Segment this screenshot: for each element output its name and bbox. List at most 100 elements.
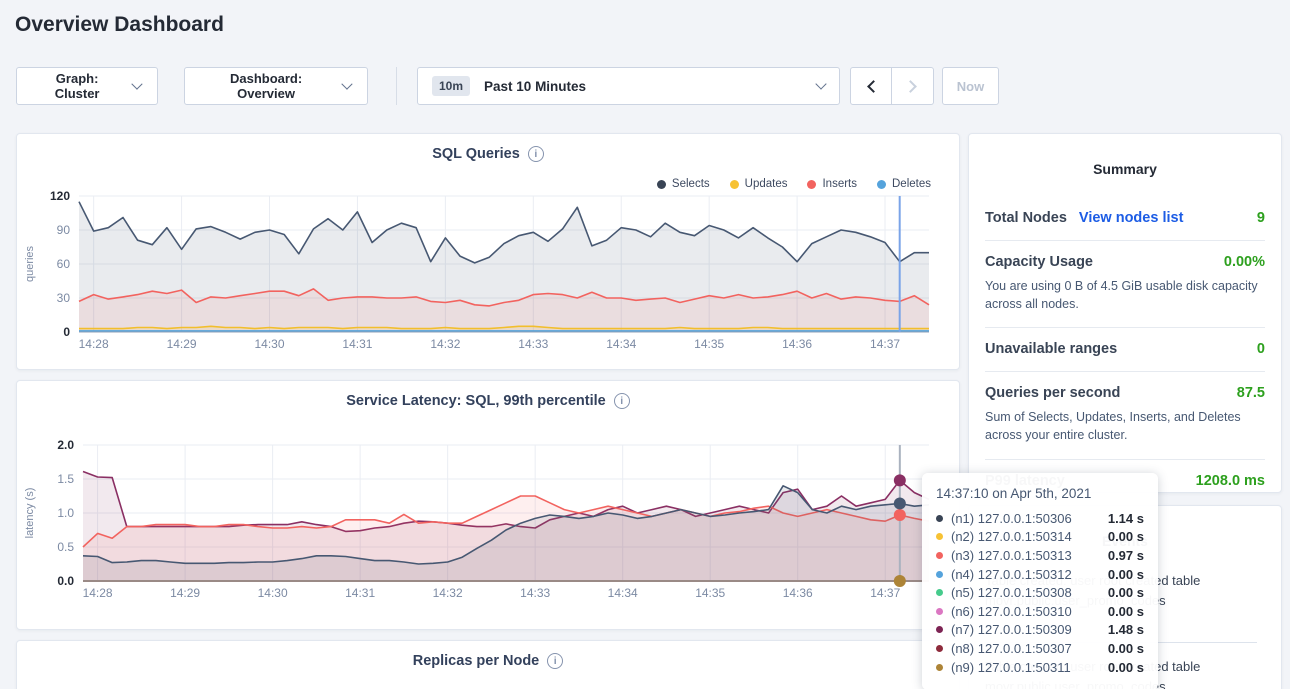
node-color-dot-icon (936, 664, 943, 671)
svg-text:0: 0 (63, 325, 70, 339)
svg-text:14:30: 14:30 (255, 337, 285, 351)
svg-text:14:34: 14:34 (606, 337, 636, 351)
node-color-dot-icon (936, 515, 943, 522)
tooltip-rows: (n1) 127.0.0.1:503061.14 s(n2) 127.0.0.1… (936, 509, 1144, 676)
summary-label: Capacity Usage (985, 254, 1093, 270)
svg-text:14:29: 14:29 (167, 337, 197, 351)
summary-label: Unavailable ranges (985, 341, 1117, 357)
summary-row: Total Nodes View nodes list 9 (985, 197, 1265, 240)
tooltip-row: (n1) 127.0.0.1:503061.14 s (936, 509, 1144, 528)
tooltip-row: (n4) 127.0.0.1:503120.00 s (936, 565, 1144, 584)
node-color-dot-icon (936, 571, 943, 578)
svg-text:14:31: 14:31 (345, 586, 375, 600)
tooltip-node-address: (n7) 127.0.0.1:50309 (951, 622, 1100, 637)
summary-title: Summary (969, 161, 1281, 177)
node-color-dot-icon (936, 608, 943, 615)
svg-text:14:37: 14:37 (870, 586, 900, 600)
summary-value: 1208.0 ms (1196, 473, 1265, 489)
service-latency-title-row: Service Latency: SQL, 99th percentile i (17, 393, 959, 409)
tooltip-row: (n5) 127.0.0.1:50308 0.00 s (936, 583, 1144, 602)
time-range-dropdown[interactable]: 10m Past 10 Minutes (417, 67, 840, 105)
summary-panel: Summary Total Nodes View nodes list 9 Capac… (968, 133, 1282, 493)
svg-text:14:32: 14:32 (433, 586, 463, 600)
tooltip-row: (n2) 127.0.0.1:503140.00 s (936, 528, 1144, 547)
dashboard-dropdown[interactable]: Dashboard: Overview (184, 67, 368, 105)
svg-text:0.5: 0.5 (57, 540, 74, 554)
svg-text:14:33: 14:33 (518, 337, 548, 351)
tooltip-node-address: (n9) 127.0.0.1:50311 (951, 660, 1100, 675)
info-icon[interactable]: i (528, 146, 544, 162)
node-color-dot-icon (936, 589, 943, 596)
controls-divider (396, 67, 397, 105)
tooltip-node-value: 0.00 s (1108, 585, 1144, 600)
tooltip-node-value: 1.48 s (1108, 622, 1144, 637)
tooltip-row: (n9) 127.0.0.1:50311 0.00 s (936, 658, 1144, 677)
tooltip-node-address: (n2) 127.0.0.1:50314 (951, 529, 1100, 544)
summary-row: Unavailable ranges 0 (985, 327, 1265, 371)
sql-queries-chart[interactable]: 030609012014:2814:2914:3014:3114:3214:33… (17, 182, 961, 364)
service-latency-title: Service Latency: SQL, 99th percentile (346, 393, 606, 409)
time-prev-button[interactable] (850, 67, 892, 105)
svg-text:14:36: 14:36 (782, 337, 812, 351)
service-latency-chart[interactable]: 0.00.51.01.52.014:2814:2914:3014:3114:32… (17, 429, 961, 615)
view-nodes-list-link[interactable]: View nodes list (1079, 210, 1184, 226)
dashboard-controls: Graph: Cluster Dashboard: Overview 10m P… (16, 67, 999, 105)
latency-hover-tooltip: 14:37:10 on Apr 5th, 2021 (n1) 127.0.0.1… (922, 473, 1158, 689)
svg-text:latency (s): latency (s) (24, 488, 36, 539)
chevron-left-icon (867, 80, 880, 93)
svg-text:60: 60 (57, 257, 71, 271)
now-button[interactable]: Now (942, 67, 999, 105)
tooltip-node-address: (n5) 127.0.0.1:50308 (951, 585, 1100, 600)
node-color-dot-icon (936, 645, 943, 652)
svg-text:1.0: 1.0 (57, 506, 74, 520)
node-color-dot-icon (936, 533, 943, 540)
svg-text:90: 90 (57, 223, 71, 237)
summary-row: Queries per second 87.5 Sum of Selects, Up… (985, 371, 1265, 458)
svg-text:30: 30 (57, 291, 71, 305)
tooltip-node-address: (n4) 127.0.0.1:50312 (951, 567, 1100, 582)
chevron-down-icon (342, 78, 353, 89)
svg-text:queries: queries (24, 245, 36, 282)
tooltip-node-value: 0.00 s (1108, 641, 1144, 656)
chevron-right-icon (904, 80, 917, 93)
tooltip-node-address: (n6) 127.0.0.1:50310 (951, 604, 1100, 619)
summary-value: 0 (1257, 341, 1265, 357)
dashboard-dropdown-label: Dashboard: Overview (201, 71, 331, 101)
replicas-title: Replicas per Node (413, 653, 540, 669)
summary-value: 9 (1257, 210, 1265, 226)
chevron-down-icon (132, 78, 143, 89)
time-pager (850, 67, 934, 105)
tooltip-row: (n6) 127.0.0.1:50310 0.00 s (936, 602, 1144, 621)
tooltip-node-value: 0.00 s (1108, 660, 1144, 675)
summary-label: Queries per second (985, 385, 1120, 401)
summary-value: 87.5 (1237, 385, 1265, 401)
svg-text:1.5: 1.5 (57, 472, 74, 486)
replicas-title-row: Replicas per Node i (17, 653, 959, 669)
sql-queries-panel: SQL Queries i SelectsUpdatesInsertsDelet… (16, 133, 960, 370)
replicas-per-node-panel: Replicas per Node i (16, 640, 960, 689)
svg-text:14:29: 14:29 (170, 586, 200, 600)
tooltip-timestamp: 14:37:10 on Apr 5th, 2021 (936, 486, 1144, 501)
svg-text:120: 120 (50, 189, 70, 203)
summary-description: You are using 0 B of 4.5 GiB usable disk… (985, 277, 1265, 313)
tooltip-node-value: 0.00 s (1108, 604, 1144, 619)
svg-text:14:28: 14:28 (79, 337, 109, 351)
tooltip-node-address: (n3) 127.0.0.1:50313 (951, 548, 1100, 563)
svg-text:14:35: 14:35 (694, 337, 724, 351)
summary-label: Total Nodes (985, 210, 1067, 226)
tooltip-node-address: (n1) 127.0.0.1:50306 (951, 511, 1100, 526)
svg-text:14:28: 14:28 (83, 586, 113, 600)
chevron-down-icon (815, 78, 826, 89)
info-icon[interactable]: i (614, 393, 630, 409)
tooltip-node-address: (n8) 127.0.0.1:50307 (951, 641, 1100, 656)
svg-text:0.0: 0.0 (57, 574, 74, 588)
info-icon[interactable]: i (547, 653, 563, 669)
svg-text:14:30: 14:30 (258, 586, 288, 600)
graph-dropdown[interactable]: Graph: Cluster (16, 67, 158, 105)
tooltip-node-value: 0.97 s (1108, 548, 1144, 563)
sql-queries-title-row: SQL Queries i (17, 146, 959, 162)
tooltip-row: (n8) 127.0.0.1:50307 0.00 s (936, 639, 1144, 658)
time-next-button[interactable] (892, 67, 934, 105)
summary-description: Sum of Selects, Updates, Inserts, and De… (985, 408, 1265, 444)
sql-queries-title: SQL Queries (432, 146, 520, 162)
